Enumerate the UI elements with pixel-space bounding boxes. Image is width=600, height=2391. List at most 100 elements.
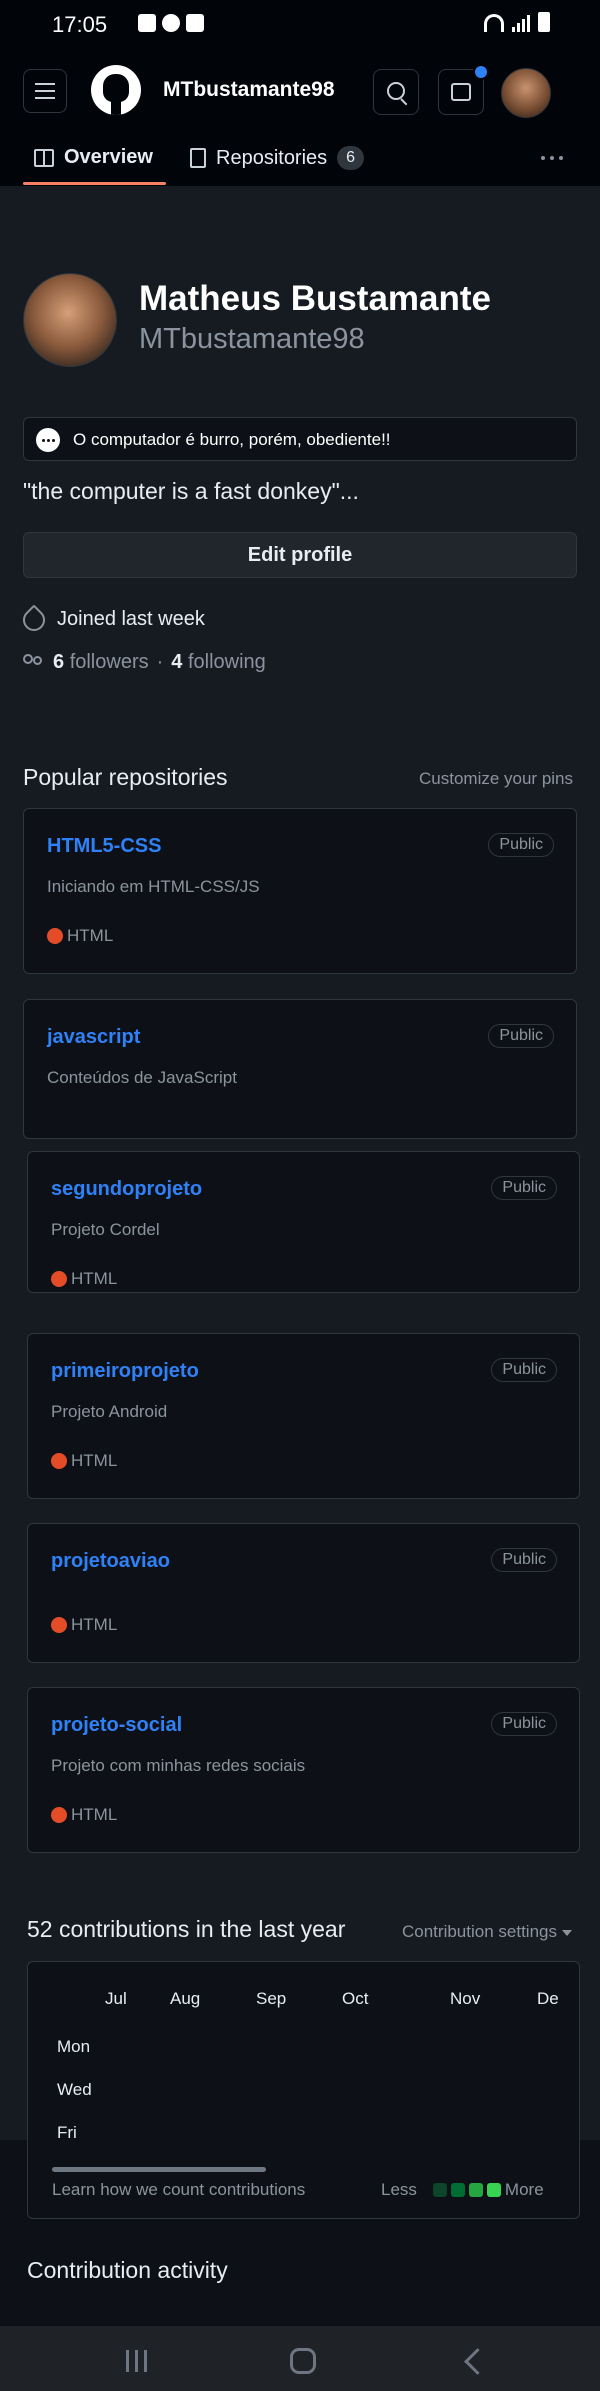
joined-text: Joined last week	[57, 608, 205, 630]
hamburger-icon	[35, 83, 55, 85]
followers-label: followers	[69, 651, 149, 673]
month-label: Sep	[256, 1989, 287, 2008]
follow-separator: ·	[156, 651, 164, 673]
legend-less: Less	[381, 2180, 417, 2199]
repo-description: Conteúdos de JavaScript	[47, 1068, 237, 1087]
graph-scrollbar[interactable]	[52, 2167, 266, 2172]
contribution-graph: Jul Aug Sep Oct Nov De Mon Wed Fri Learn…	[27, 1961, 580, 2219]
status-bar: 17:05	[0, 0, 600, 48]
status-system-icons	[484, 12, 550, 32]
tab-repositories[interactable]: Repositories 6	[190, 146, 365, 170]
active-tab-indicator	[23, 182, 166, 185]
profile-tabs: Overview Repositories 6	[0, 136, 600, 186]
contribution-activity-title: Contribution activity	[27, 2257, 228, 2283]
visibility-badge: Public	[491, 1176, 557, 1200]
repo-card[interactable]: projetoaviao Public HTML	[27, 1523, 580, 1663]
legend-square	[468, 2183, 483, 2197]
people-icon	[23, 653, 45, 672]
back-icon[interactable]	[464, 2348, 491, 2375]
contribution-settings-dropdown[interactable]: Contribution settings	[402, 1922, 572, 1942]
contribution-legend: Less More	[381, 2180, 544, 2200]
repo-card[interactable]: projeto-social Public Projeto com minhas…	[27, 1687, 580, 1853]
profile-avatar[interactable]	[23, 273, 117, 367]
header-username[interactable]: MTbustamante98	[163, 78, 335, 102]
language-color-dot	[51, 1807, 67, 1823]
month-label: De	[537, 1989, 559, 2008]
whatsapp-icon	[162, 14, 180, 32]
notification-dot	[473, 64, 489, 80]
repo-icon	[190, 148, 206, 168]
repo-name[interactable]: segundoprojeto	[51, 1178, 202, 1201]
inbox-icon	[451, 83, 471, 101]
github-logo-icon[interactable]	[91, 65, 141, 115]
contributions-title: 52 contributions in the last year	[27, 1916, 346, 1942]
follow-info: 6 followers · 4 following	[23, 651, 266, 674]
language-color-dot	[47, 928, 63, 944]
month-label: Nov	[450, 1989, 481, 2008]
repo-card[interactable]: HTML5-CSS Public Iniciando em HTML-CSS/J…	[23, 808, 577, 974]
legend-square	[432, 2183, 447, 2197]
tab-repositories-label: Repositories	[216, 146, 328, 169]
month-label: Oct	[342, 1989, 369, 2008]
signal-icon	[512, 15, 530, 32]
profile-login: MTbustamante98	[139, 323, 365, 355]
legend-more: More	[504, 2180, 544, 2199]
profile-name: Matheus Bustamante	[139, 279, 492, 318]
book-icon	[34, 148, 54, 167]
language-name: HTML	[71, 1451, 118, 1470]
repo-card[interactable]: segundoprojeto Public Projeto Cordel HTM…	[27, 1151, 580, 1293]
more-options-icon[interactable]	[541, 156, 563, 160]
following-label: following	[187, 651, 266, 673]
repo-language: HTML	[51, 1451, 117, 1471]
repo-description: Projeto com minhas redes sociais	[51, 1756, 306, 1775]
visibility-badge: Public	[491, 1712, 557, 1736]
repo-name[interactable]: projeto-social	[51, 1714, 182, 1737]
month-label: Jul	[105, 1989, 127, 2008]
rocket-icon	[18, 603, 50, 636]
followers-count: 6	[53, 651, 65, 673]
user-avatar-button[interactable]	[501, 68, 551, 118]
caret-down-icon	[561, 1929, 572, 1936]
repo-name[interactable]: HTML5-CSS	[47, 835, 161, 858]
language-color-dot	[51, 1617, 67, 1633]
home-icon[interactable]	[290, 2348, 316, 2374]
following-link[interactable]: 4 following	[171, 651, 266, 674]
repo-card[interactable]: javascript Public Conteúdos de JavaScrip…	[23, 999, 577, 1139]
day-label: Fri	[57, 2123, 77, 2142]
language-name: HTML	[71, 1615, 118, 1634]
legend-square	[450, 2183, 465, 2197]
legend-square	[486, 2183, 501, 2197]
day-label: Mon	[57, 2037, 91, 2056]
tab-overview-label: Overview	[64, 146, 153, 168]
status-message[interactable]: O computador é burro, porém, obediente!!	[23, 417, 577, 461]
profile-content: Matheus Bustamante MTbustamante98 O comp…	[0, 186, 600, 2283]
profile-bio: "the computer is a fast donkey"...	[23, 478, 359, 504]
visibility-badge: Public	[491, 1548, 557, 1572]
repo-name[interactable]: javascript	[47, 1026, 140, 1049]
repo-card[interactable]: primeiroprojeto Public Projeto Android H…	[27, 1333, 580, 1499]
following-count: 4	[171, 651, 183, 673]
status-text: O computador é burro, porém, obediente!!	[73, 430, 391, 449]
edit-profile-button[interactable]: Edit profile	[23, 532, 577, 578]
recent-apps-icon[interactable]	[126, 2350, 147, 2372]
visibility-badge: Public	[488, 1024, 554, 1048]
image-icon	[186, 14, 204, 32]
repo-name[interactable]: primeiroprojeto	[51, 1360, 199, 1383]
repositories-count-badge: 6	[337, 146, 365, 170]
followers-link[interactable]: 6 followers	[53, 651, 149, 674]
search-button[interactable]	[373, 69, 419, 115]
popular-repositories-title: Popular repositories	[23, 764, 228, 790]
repo-language: HTML	[51, 1269, 117, 1289]
inbox-button[interactable]	[438, 64, 489, 115]
day-label: Wed	[57, 2080, 92, 2099]
tab-overview[interactable]: Overview	[34, 146, 153, 169]
menu-button[interactable]	[23, 69, 67, 113]
learn-contributions-link[interactable]: Learn how we count contributions	[52, 2180, 305, 2200]
repo-description: Iniciando em HTML-CSS/JS	[47, 877, 260, 896]
customize-pins-link[interactable]: Customize your pins	[419, 769, 573, 789]
repo-description: Projeto Android	[51, 1402, 168, 1421]
battery-icon	[538, 12, 550, 32]
speech-bubble-icon	[36, 428, 60, 452]
repo-name[interactable]: projetoaviao	[51, 1550, 170, 1573]
language-name: HTML	[67, 926, 114, 945]
